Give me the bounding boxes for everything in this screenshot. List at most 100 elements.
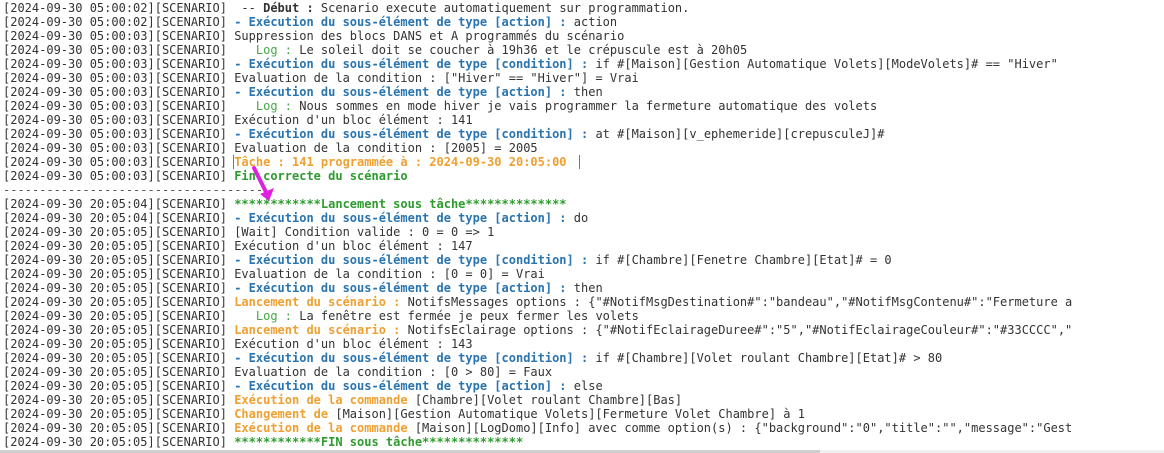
log-timestamp: [2024-09-30 20:05:05][SCENARIO] <box>3 393 227 407</box>
log-timestamp: [2024-09-30 05:00:03][SCENARIO] <box>3 127 227 141</box>
log-timestamp: [2024-09-30 20:05:05][SCENARIO] <box>3 239 227 253</box>
log-text: [Maison][LogDomo][Info] avec comme optio… <box>407 421 1073 435</box>
log-timestamp: [2024-09-30 05:00:03][SCENARIO] <box>3 71 227 85</box>
log-label: Log : <box>255 99 293 113</box>
log-text: Evaluation de la condition : ["Hiver" ==… <box>234 71 639 85</box>
log-text: at #[Maison][v_ephemeride][crepusculeJ]# <box>588 127 885 141</box>
log-timestamp: [2024-09-30 20:05:05][SCENARIO] <box>3 421 227 435</box>
log-line: [2024-09-30 05:00:02][SCENARIO] -- Début… <box>0 1 1164 15</box>
log-text: Exécution d'un bloc élément : 143 <box>234 337 473 351</box>
log-label: - Exécution du sous-élément de type [con… <box>234 57 589 71</box>
log-timestamp: [2024-09-30 05:00:03][SCENARIO] <box>3 29 227 43</box>
log-label: Lancement du scénario : <box>234 323 401 337</box>
log-line: [2024-09-30 20:05:05][SCENARIO] - Exécut… <box>0 379 1164 393</box>
log-line: [2024-09-30 05:00:03][SCENARIO] Log : No… <box>0 99 1164 113</box>
log-text: if #[Chambre][Fenetre Chambre][Etat]# = … <box>588 253 892 267</box>
log-label: - Exécution du sous-élément de type [act… <box>234 211 567 225</box>
log-line: [2024-09-30 20:05:05][SCENARIO] Lancemen… <box>0 295 1164 309</box>
scenario-log: [2024-09-30 05:00:02][SCENARIO] -- Début… <box>0 0 1164 453</box>
log-timestamp: [2024-09-30 05:00:02][SCENARIO] <box>3 15 227 29</box>
log-timestamp: [2024-09-30 20:05:05][SCENARIO] <box>3 379 227 393</box>
log-label: - Exécution du sous-élément de type [act… <box>234 379 567 393</box>
log-line: [2024-09-30 05:00:03][SCENARIO] - Exécut… <box>0 57 1164 71</box>
log-timestamp: [2024-09-30 20:05:04][SCENARIO] <box>3 211 227 225</box>
log-text: [Maison][Gestion Automatique Volets][Fer… <box>328 407 805 421</box>
log-timestamp: [2024-09-30 20:05:05][SCENARIO] <box>3 323 227 337</box>
log-timestamp: [2024-09-30 20:05:05][SCENARIO] <box>3 309 227 323</box>
log-text: if #[Chambre][Volet roulant Chambre][Eta… <box>588 351 943 365</box>
log-label: Exécution de la commande <box>234 421 408 435</box>
log-text: action <box>566 15 618 29</box>
log-text: Exécution d'un bloc élément : 141 <box>234 113 473 127</box>
log-timestamp: [2024-09-30 20:05:05][SCENARIO] <box>3 337 227 351</box>
log-line: [2024-09-30 20:05:05][SCENARIO] Evaluati… <box>0 365 1164 379</box>
log-text: Evaluation de la condition : [0 > 80] = … <box>234 365 553 379</box>
log-timestamp: [2024-09-30 20:05:05][SCENARIO] <box>3 365 227 379</box>
log-line: [2024-09-30 20:05:05][SCENARIO] - Exécut… <box>0 253 1164 267</box>
log-text: Le soleil doit se coucher à 19h36 et le … <box>292 43 748 57</box>
log-line: [2024-09-30 20:05:04][SCENARIO] ********… <box>0 197 1164 211</box>
log-text: then <box>566 85 603 99</box>
log-line: [2024-09-30 20:05:05][SCENARIO] Exécutio… <box>0 421 1164 435</box>
log-timestamp: [2024-09-30 05:00:03][SCENARIO] <box>3 113 227 127</box>
log-label: Log : <box>255 309 293 323</box>
log-label: ************FIN sous tâche************** <box>234 435 524 449</box>
log-line: [2024-09-30 20:05:05][SCENARIO] Evaluati… <box>0 267 1164 281</box>
log-line: [2024-09-30 05:00:03][SCENARIO] Tâche : … <box>0 155 1164 169</box>
log-text: Evaluation de la condition : [0 = 0] = V… <box>234 267 545 281</box>
log-line: [2024-09-30 20:05:05][SCENARIO] ********… <box>0 435 1164 449</box>
log-line: [2024-09-30 05:00:03][SCENARIO] Fin corr… <box>0 169 1164 183</box>
log-label: - Exécution du sous-élément de type [con… <box>234 127 589 141</box>
log-separator: ------------------------------------ <box>0 183 1164 197</box>
log-line: [2024-09-30 05:00:03][SCENARIO] Evaluati… <box>0 71 1164 85</box>
log-timestamp: [2024-09-30 05:00:02][SCENARIO] <box>3 1 227 15</box>
log-label: Lancement du scénario : <box>234 295 401 309</box>
log-line: [2024-09-30 20:05:05][SCENARIO] [Wait] C… <box>0 225 1164 239</box>
log-line: [2024-09-30 05:00:03][SCENARIO] Suppress… <box>0 29 1164 43</box>
log-label: - Exécution du sous-élément de type [act… <box>234 15 567 29</box>
log-timestamp: [2024-09-30 20:05:05][SCENARIO] <box>3 281 227 295</box>
log-label: - Exécution du sous-élément de type [con… <box>234 253 589 267</box>
log-text: Exécution d'un bloc élément : 147 <box>234 239 473 253</box>
log-line: [2024-09-30 20:05:05][SCENARIO] - Exécut… <box>0 351 1164 365</box>
log-timestamp: [2024-09-30 20:05:05][SCENARIO] <box>3 295 227 309</box>
log-text: else <box>566 379 603 393</box>
log-label: - Exécution du sous-élément de type [con… <box>234 351 589 365</box>
log-text: [Chambre][Volet roulant Chambre][Bas] <box>407 393 683 407</box>
log-timestamp: [2024-09-30 05:00:03][SCENARIO] <box>3 85 227 99</box>
log-text: Evaluation de la condition : [2005] = 20… <box>234 141 538 155</box>
log-label: Log : <box>255 43 293 57</box>
log-line: [2024-09-30 05:00:02][SCENARIO] - Exécut… <box>0 15 1164 29</box>
log-label: Changement de <box>234 407 329 421</box>
log-line: [2024-09-30 20:05:05][SCENARIO] Log : La… <box>0 309 1164 323</box>
log-timestamp: [2024-09-30 05:00:03][SCENARIO] <box>3 43 227 57</box>
log-label: Début : <box>263 1 314 15</box>
log-timestamp: [2024-09-30 20:05:05][SCENARIO] <box>3 407 227 421</box>
log-line: [2024-09-30 05:00:03][SCENARIO] - Exécut… <box>0 127 1164 141</box>
log-line: [2024-09-30 20:05:05][SCENARIO] Exécutio… <box>0 337 1164 351</box>
log-line: [2024-09-30 20:05:04][SCENARIO] - Exécut… <box>0 211 1164 225</box>
log-label: Exécution de la commande <box>234 393 408 407</box>
log-line: [2024-09-30 20:05:05][SCENARIO] - Exécut… <box>0 281 1164 295</box>
log-text: Nous sommes en mode hiver je vais progra… <box>292 99 878 113</box>
log-timestamp: [2024-09-30 20:05:05][SCENARIO] <box>3 253 227 267</box>
log-text: Suppression des blocs DANS et A programm… <box>234 29 625 43</box>
log-prefix: -- <box>234 1 264 15</box>
log-line: [2024-09-30 20:05:05][SCENARIO] Lancemen… <box>0 323 1164 337</box>
log-timestamp: [2024-09-30 20:05:05][SCENARIO] <box>3 435 227 449</box>
log-line: [2024-09-30 05:00:03][SCENARIO] Exécutio… <box>0 113 1164 127</box>
log-timestamp: [2024-09-30 05:00:03][SCENARIO] <box>3 169 227 183</box>
log-line: [2024-09-30 05:00:03][SCENARIO] Log : Le… <box>0 43 1164 57</box>
task-highlight-label: Tâche : 141 programmée à : 2024-09-30 20… <box>233 155 580 169</box>
log-text: NotifsEclairage options : {"#NotifEclair… <box>400 323 1073 337</box>
log-line: [2024-09-30 05:00:03][SCENARIO] Evaluati… <box>0 141 1164 155</box>
log-label: - Exécution du sous-élément de type [act… <box>234 85 567 99</box>
log-timestamp: [2024-09-30 20:05:05][SCENARIO] <box>3 225 227 239</box>
log-text: if #[Maison][Gestion Automatique Volets]… <box>588 57 1058 71</box>
log-text: [Wait] Condition valide : 0 = 0 => 1 <box>234 225 495 239</box>
log-text: do <box>566 211 589 225</box>
log-text: Scenario execute automatiquement sur pro… <box>313 1 690 15</box>
log-timestamp: [2024-09-30 20:05:04][SCENARIO] <box>3 197 227 211</box>
log-text: NotifsMessages options : {"#NotifMsgDest… <box>400 295 1073 309</box>
log-timestamp: [2024-09-30 05:00:03][SCENARIO] <box>3 99 227 113</box>
